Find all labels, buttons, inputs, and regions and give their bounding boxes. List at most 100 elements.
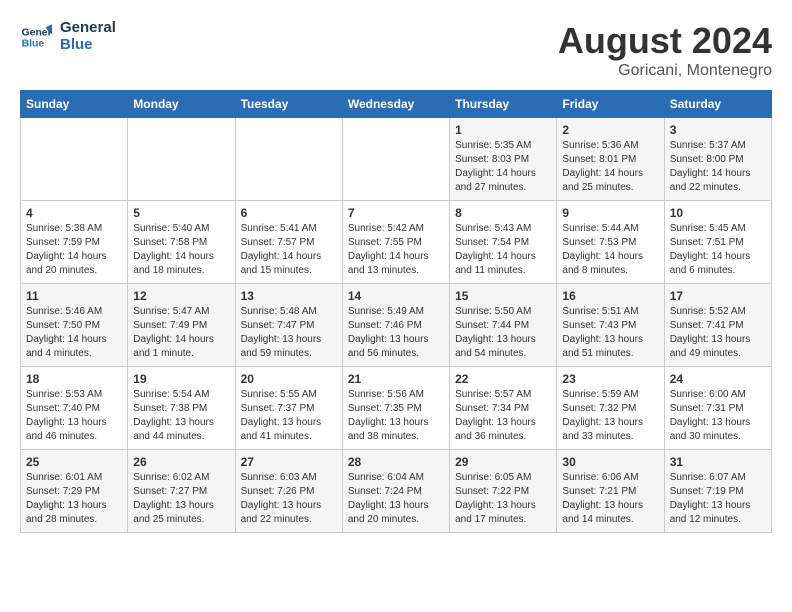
day-number: 6 <box>241 206 337 220</box>
day-number: 21 <box>348 372 444 386</box>
day-number: 26 <box>133 455 229 469</box>
day-number: 27 <box>241 455 337 469</box>
calendar-cell <box>128 118 235 201</box>
calendar-week-row: 11 Sunrise: 5:46 AM Sunset: 7:50 PM Dayli… <box>21 284 772 367</box>
calendar-cell: 15 Sunrise: 5:50 AM Sunset: 7:44 PM Dayli… <box>450 284 557 367</box>
calendar-cell: 8Sunrise: 5:43 AM Sunset: 7:54 PM Daylig… <box>450 201 557 284</box>
calendar-cell: 9 Sunrise: 5:44 AM Sunset: 7:53 PM Daylig… <box>557 201 664 284</box>
day-number: 25 <box>26 455 122 469</box>
day-detail: Sunrise: 5:59 AM Sunset: 7:32 PM Dayligh… <box>562 388 658 444</box>
calendar-week-row: 18 Sunrise: 5:53 AM Sunset: 7:40 PM Dayli… <box>21 367 772 450</box>
title-area: August 2024 Goricani, Montenegro <box>558 20 772 80</box>
day-detail: Sunrise: 5:45 AM Sunset: 7:51 PM Dayligh… <box>670 222 766 278</box>
day-number: 28 <box>348 455 444 469</box>
day-number: 2 <box>562 123 658 137</box>
day-number: 1 <box>455 123 551 137</box>
calendar-cell: 10 Sunrise: 5:45 AM Sunset: 7:51 PM Dayli… <box>664 201 771 284</box>
calendar-cell <box>342 118 449 201</box>
day-number: 29 <box>455 455 551 469</box>
calendar-cell: 27 Sunrise: 6:03 AM Sunset: 7:26 PM Dayli… <box>235 450 342 533</box>
day-detail: Sunrise: 5:57 AM Sunset: 7:34 PM Dayligh… <box>455 388 551 444</box>
day-detail: Sunrise: 5:36 AM Sunset: 8:01 PM Dayligh… <box>562 139 658 195</box>
calendar-cell: 18 Sunrise: 5:53 AM Sunset: 7:40 PM Dayli… <box>21 367 128 450</box>
calendar-cell <box>235 118 342 201</box>
day-detail: Sunrise: 6:04 AM Sunset: 7:24 PM Dayligh… <box>348 471 444 527</box>
logo: General Blue General Blue <box>20 20 116 53</box>
day-detail: Sunrise: 6:06 AM Sunset: 7:21 PM Dayligh… <box>562 471 658 527</box>
calendar-day-header: Thursday <box>450 91 557 118</box>
day-number: 9 <box>562 206 658 220</box>
day-number: 13 <box>241 289 337 303</box>
calendar-day-header: Wednesday <box>342 91 449 118</box>
day-detail: Sunrise: 5:50 AM Sunset: 7:44 PM Dayligh… <box>455 305 551 361</box>
calendar-cell: 25 Sunrise: 6:01 AM Sunset: 7:29 PM Dayli… <box>21 450 128 533</box>
calendar-day-header: Friday <box>557 91 664 118</box>
day-number: 20 <box>241 372 337 386</box>
calendar-cell: 22Sunrise: 5:57 AM Sunset: 7:34 PM Dayli… <box>450 367 557 450</box>
day-detail: Sunrise: 6:07 AM Sunset: 7:19 PM Dayligh… <box>670 471 766 527</box>
calendar-cell: 31Sunrise: 6:07 AM Sunset: 7:19 PM Dayli… <box>664 450 771 533</box>
calendar-cell: 16Sunrise: 5:51 AM Sunset: 7:43 PM Dayli… <box>557 284 664 367</box>
calendar-cell: 2 Sunrise: 5:36 AM Sunset: 8:01 PM Daylig… <box>557 118 664 201</box>
page-header: General Blue General Blue August 2024 Go… <box>20 20 772 80</box>
day-number: 17 <box>670 289 766 303</box>
day-number: 24 <box>670 372 766 386</box>
calendar-cell: 4Sunrise: 5:38 AM Sunset: 7:59 PM Daylig… <box>21 201 128 284</box>
day-detail: Sunrise: 5:46 AM Sunset: 7:50 PM Dayligh… <box>26 305 122 361</box>
day-number: 10 <box>670 206 766 220</box>
calendar-cell: 29 Sunrise: 6:05 AM Sunset: 7:22 PM Dayli… <box>450 450 557 533</box>
day-detail: Sunrise: 6:03 AM Sunset: 7:26 PM Dayligh… <box>241 471 337 527</box>
calendar-week-row: 1 Sunrise: 5:35 AM Sunset: 8:03 PM Daylig… <box>21 118 772 201</box>
day-detail: Sunrise: 5:47 AM Sunset: 7:49 PM Dayligh… <box>133 305 229 361</box>
day-detail: Sunrise: 5:37 AM Sunset: 8:00 PM Dayligh… <box>670 139 766 195</box>
calendar-day-header: Saturday <box>664 91 771 118</box>
day-detail: Sunrise: 5:40 AM Sunset: 7:58 PM Dayligh… <box>133 222 229 278</box>
day-number: 30 <box>562 455 658 469</box>
calendar-cell: 3 Sunrise: 5:37 AM Sunset: 8:00 PM Daylig… <box>664 118 771 201</box>
day-detail: Sunrise: 5:44 AM Sunset: 7:53 PM Dayligh… <box>562 222 658 278</box>
page-subtitle: Goricani, Montenegro <box>558 62 772 80</box>
calendar-cell <box>21 118 128 201</box>
calendar-cell: 5 Sunrise: 5:40 AM Sunset: 7:58 PM Daylig… <box>128 201 235 284</box>
calendar-cell: 7Sunrise: 5:42 AM Sunset: 7:55 PM Daylig… <box>342 201 449 284</box>
calendar-cell: 11 Sunrise: 5:46 AM Sunset: 7:50 PM Dayli… <box>21 284 128 367</box>
calendar-cell: 30 Sunrise: 6:06 AM Sunset: 7:21 PM Dayli… <box>557 450 664 533</box>
day-number: 15 <box>455 289 551 303</box>
calendar-cell: 6 Sunrise: 5:41 AM Sunset: 7:57 PM Daylig… <box>235 201 342 284</box>
day-number: 3 <box>670 123 766 137</box>
calendar-cell: 19 Sunrise: 5:54 AM Sunset: 7:38 PM Dayli… <box>128 367 235 450</box>
day-detail: Sunrise: 5:52 AM Sunset: 7:41 PM Dayligh… <box>670 305 766 361</box>
calendar-week-row: 25 Sunrise: 6:01 AM Sunset: 7:29 PM Dayli… <box>21 450 772 533</box>
day-number: 14 <box>348 289 444 303</box>
calendar-cell: 1 Sunrise: 5:35 AM Sunset: 8:03 PM Daylig… <box>450 118 557 201</box>
day-detail: Sunrise: 5:53 AM Sunset: 7:40 PM Dayligh… <box>26 388 122 444</box>
day-detail: Sunrise: 5:42 AM Sunset: 7:55 PM Dayligh… <box>348 222 444 278</box>
logo-text-blue: Blue <box>60 37 116 54</box>
day-detail: Sunrise: 5:35 AM Sunset: 8:03 PM Dayligh… <box>455 139 551 195</box>
calendar-cell: 12Sunrise: 5:47 AM Sunset: 7:49 PM Dayli… <box>128 284 235 367</box>
day-detail: Sunrise: 5:43 AM Sunset: 7:54 PM Dayligh… <box>455 222 551 278</box>
day-number: 5 <box>133 206 229 220</box>
calendar-cell: 17 Sunrise: 5:52 AM Sunset: 7:41 PM Dayli… <box>664 284 771 367</box>
day-detail: Sunrise: 5:55 AM Sunset: 7:37 PM Dayligh… <box>241 388 337 444</box>
day-detail: Sunrise: 5:54 AM Sunset: 7:38 PM Dayligh… <box>133 388 229 444</box>
day-detail: Sunrise: 5:41 AM Sunset: 7:57 PM Dayligh… <box>241 222 337 278</box>
day-number: 23 <box>562 372 658 386</box>
svg-text:Blue: Blue <box>22 38 45 49</box>
day-detail: Sunrise: 5:49 AM Sunset: 7:46 PM Dayligh… <box>348 305 444 361</box>
day-detail: Sunrise: 6:01 AM Sunset: 7:29 PM Dayligh… <box>26 471 122 527</box>
day-number: 18 <box>26 372 122 386</box>
day-detail: Sunrise: 5:51 AM Sunset: 7:43 PM Dayligh… <box>562 305 658 361</box>
calendar-table: SundayMondayTuesdayWednesdayThursdayFrid… <box>20 90 772 533</box>
day-number: 11 <box>26 289 122 303</box>
day-number: 19 <box>133 372 229 386</box>
logo-text-general: General <box>60 20 116 37</box>
calendar-cell: 28 Sunrise: 6:04 AM Sunset: 7:24 PM Dayli… <box>342 450 449 533</box>
calendar-cell: 13 Sunrise: 5:48 AM Sunset: 7:47 PM Dayli… <box>235 284 342 367</box>
calendar-cell: 23 Sunrise: 5:59 AM Sunset: 7:32 PM Dayli… <box>557 367 664 450</box>
day-detail: Sunrise: 6:00 AM Sunset: 7:31 PM Dayligh… <box>670 388 766 444</box>
day-detail: Sunrise: 6:02 AM Sunset: 7:27 PM Dayligh… <box>133 471 229 527</box>
calendar-cell: 24 Sunrise: 6:00 AM Sunset: 7:31 PM Dayli… <box>664 367 771 450</box>
day-detail: Sunrise: 6:05 AM Sunset: 7:22 PM Dayligh… <box>455 471 551 527</box>
day-detail: Sunrise: 5:48 AM Sunset: 7:47 PM Dayligh… <box>241 305 337 361</box>
